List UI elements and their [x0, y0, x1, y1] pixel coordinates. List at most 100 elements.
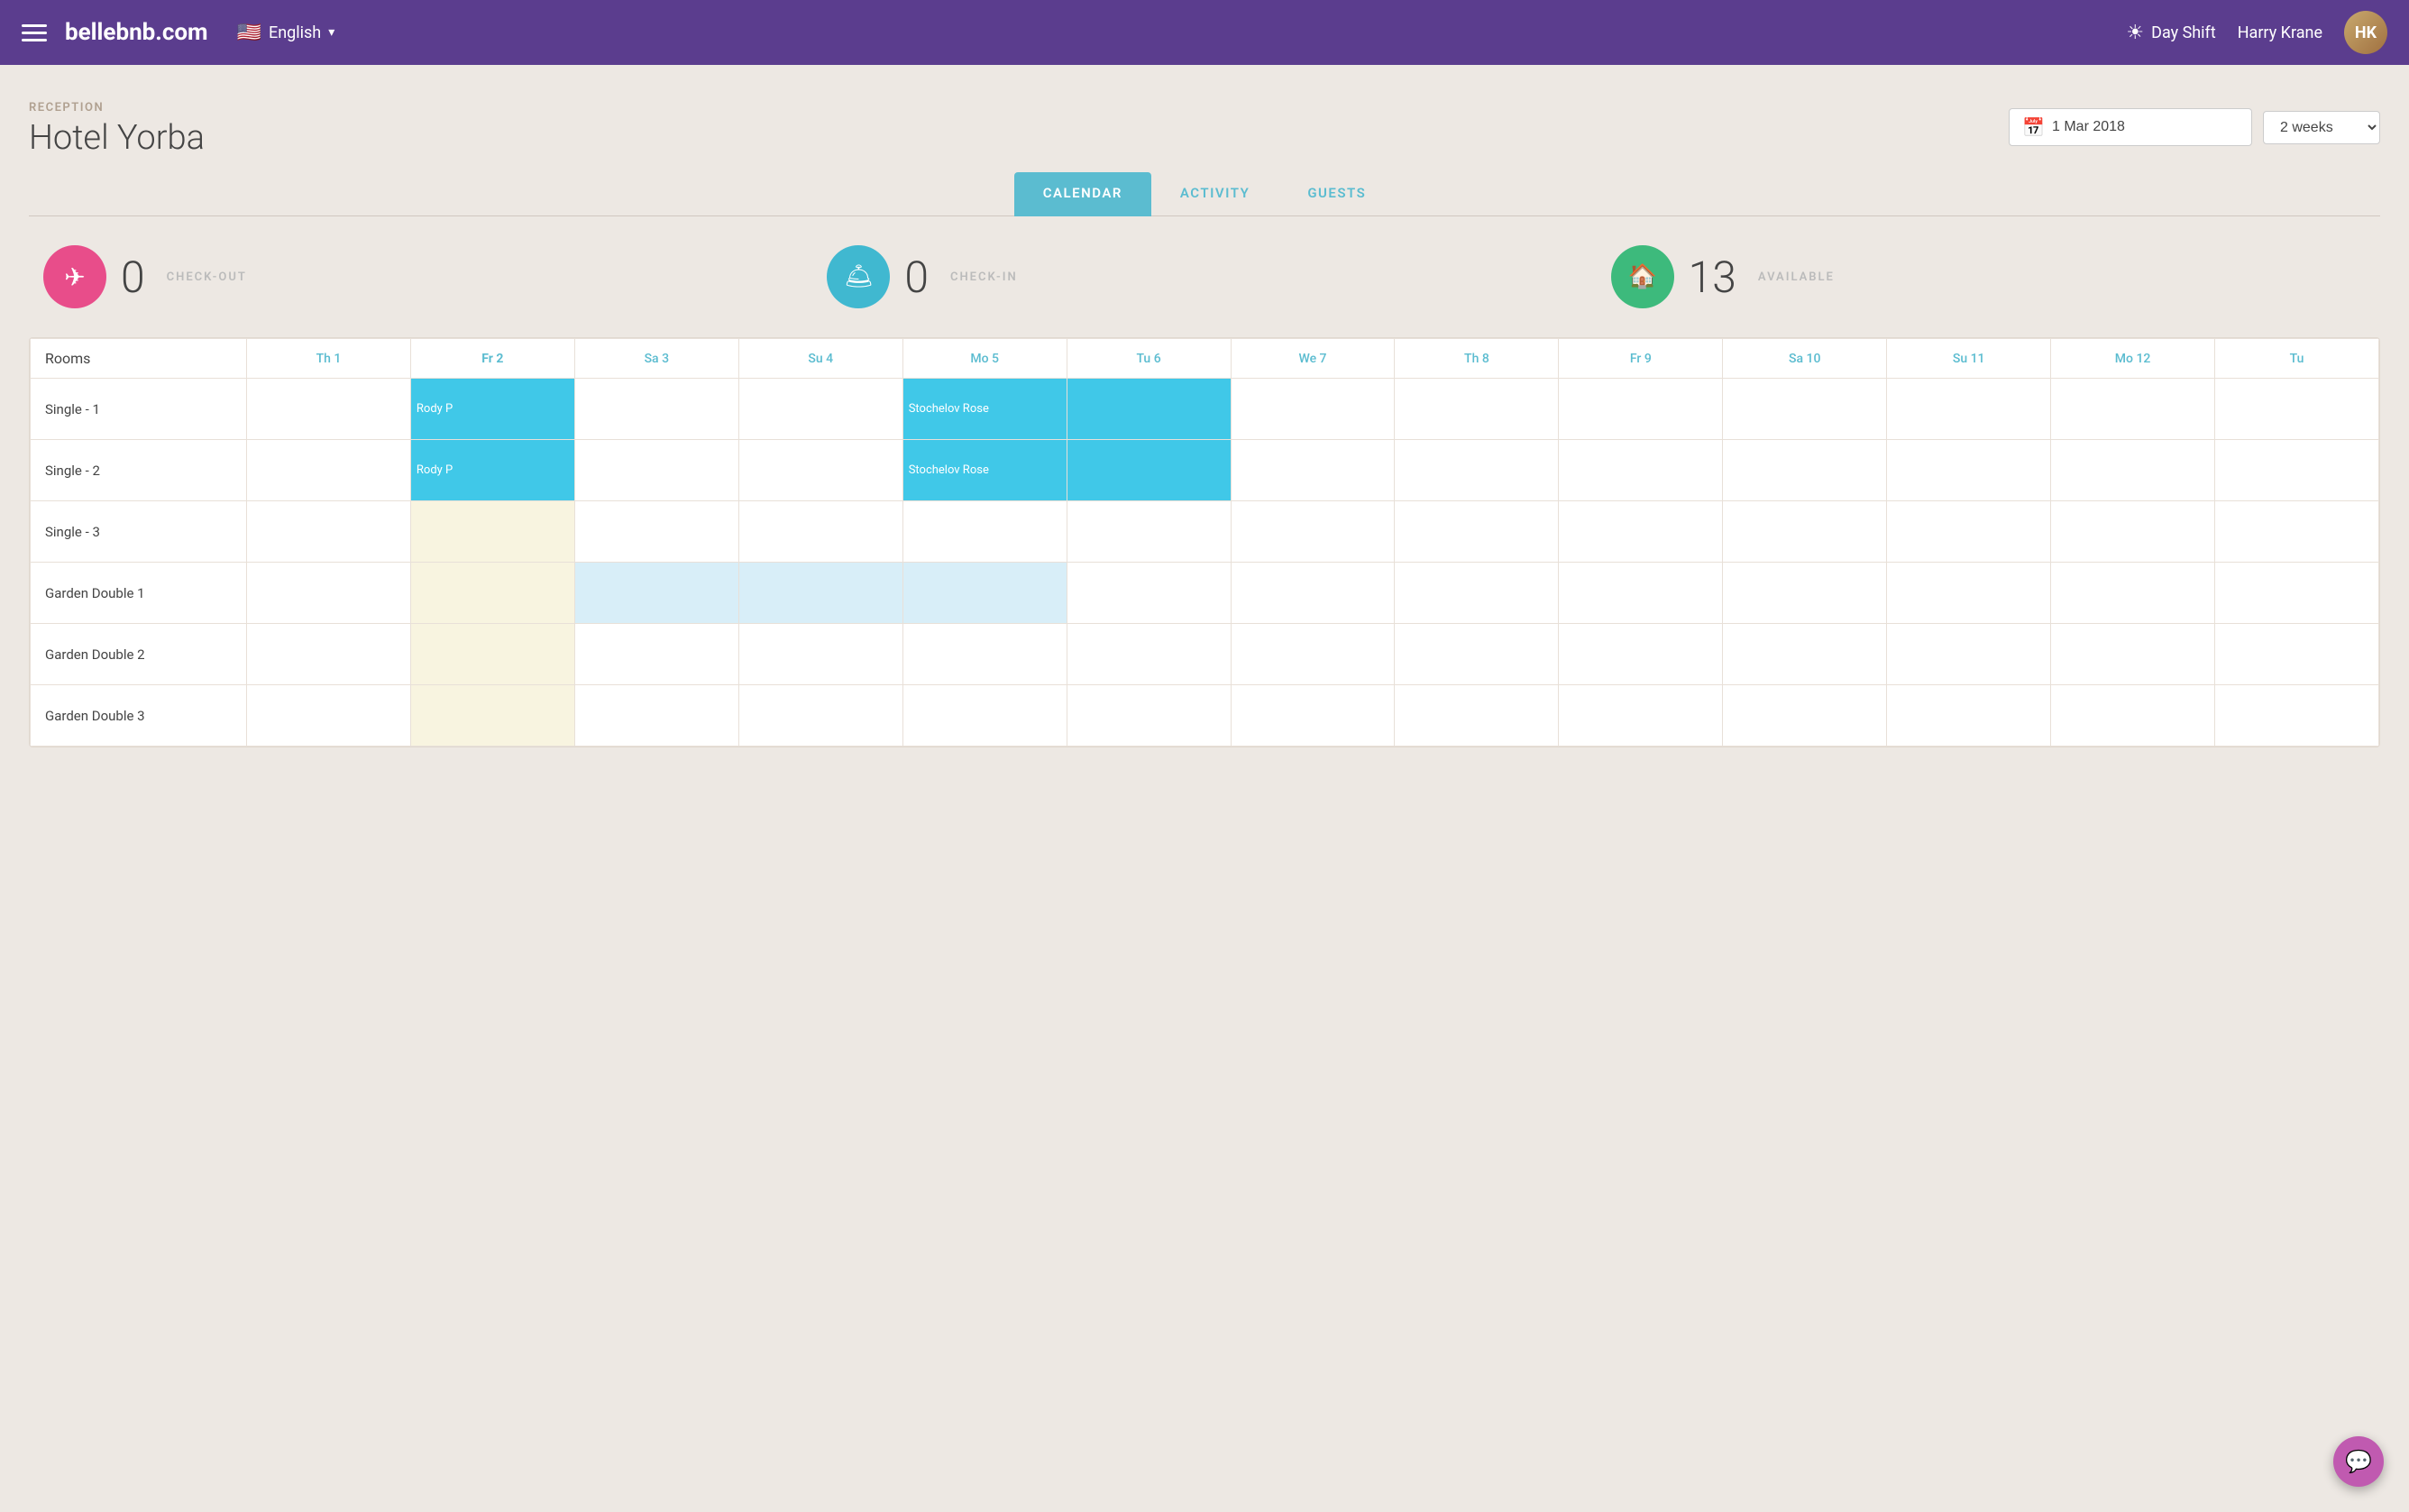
cell[interactable]: [1231, 379, 1395, 440]
cell[interactable]: [410, 563, 574, 624]
cell[interactable]: [738, 685, 902, 747]
shift-label: Day Shift: [2151, 23, 2216, 42]
logo[interactable]: bellebnb.com: [65, 19, 208, 46]
user-name[interactable]: Harry Krane: [2238, 23, 2322, 42]
cell[interactable]: [1395, 501, 1559, 563]
cell[interactable]: [574, 379, 738, 440]
calendar-header-row: Rooms Th 1 Fr 2 Sa 3 Su 4 Mo 5 Tu 6 We 7…: [31, 339, 2379, 379]
menu-icon[interactable]: [22, 24, 47, 41]
cell[interactable]: [1559, 685, 1723, 747]
booking-cell[interactable]: [1067, 379, 1231, 440]
cell[interactable]: [574, 624, 738, 685]
cell[interactable]: [1395, 379, 1559, 440]
cell[interactable]: [247, 685, 411, 747]
booking-cell[interactable]: [1067, 440, 1231, 501]
cell[interactable]: [738, 563, 902, 624]
cell[interactable]: [1723, 624, 1887, 685]
cell[interactable]: [1887, 379, 2051, 440]
cell[interactable]: [1559, 440, 1723, 501]
cell[interactable]: [247, 379, 411, 440]
cell[interactable]: [574, 440, 738, 501]
cell[interactable]: [2051, 501, 2215, 563]
cell[interactable]: [1559, 624, 1723, 685]
cell[interactable]: [574, 501, 738, 563]
cell[interactable]: [2051, 440, 2215, 501]
shift-toggle[interactable]: ☀ Day Shift: [2126, 22, 2215, 44]
cell[interactable]: [902, 501, 1067, 563]
cell[interactable]: [1559, 501, 1723, 563]
cell[interactable]: [2215, 501, 2379, 563]
cell[interactable]: [410, 501, 574, 563]
available-label: AVAILABLE: [1758, 270, 1835, 284]
cell[interactable]: [1887, 624, 2051, 685]
booking-cell[interactable]: Rody P: [410, 440, 574, 501]
cell[interactable]: [738, 624, 902, 685]
cell[interactable]: [1559, 563, 1723, 624]
booking-cell[interactable]: Rody P: [410, 379, 574, 440]
table-row: Single - 2 Rody P Stochelov Rose: [31, 440, 2379, 501]
cell[interactable]: [1231, 563, 1395, 624]
calendar-table-wrapper: Rooms Th 1 Fr 2 Sa 3 Su 4 Mo 5 Tu 6 We 7…: [29, 337, 2380, 747]
cell[interactable]: [247, 501, 411, 563]
cell[interactable]: [738, 501, 902, 563]
cell[interactable]: [2051, 685, 2215, 747]
checkout-label: CHECK-OUT: [167, 270, 247, 284]
booking-cell[interactable]: Stochelov Rose: [902, 379, 1067, 440]
tab-guests[interactable]: GUESTS: [1278, 172, 1395, 216]
col-mo5: Mo 5: [902, 339, 1067, 379]
cell[interactable]: [1887, 563, 2051, 624]
weeks-select[interactable]: 1 week 2 weeks 3 weeks 4 weeks: [2263, 111, 2380, 144]
tab-activity[interactable]: ACTIVITY: [1151, 172, 1278, 216]
cell[interactable]: [902, 685, 1067, 747]
cell[interactable]: [1067, 624, 1231, 685]
cell[interactable]: [2051, 563, 2215, 624]
cell[interactable]: [1067, 563, 1231, 624]
cell[interactable]: [1887, 440, 2051, 501]
cell[interactable]: [1395, 624, 1559, 685]
cell[interactable]: [1231, 440, 1395, 501]
chat-button[interactable]: 💬: [2333, 1436, 2384, 1487]
cell[interactable]: [2215, 379, 2379, 440]
cell[interactable]: [738, 440, 902, 501]
checkout-count: 0: [121, 252, 145, 303]
cell[interactable]: [1723, 440, 1887, 501]
cell[interactable]: [1231, 501, 1395, 563]
cell[interactable]: [1887, 685, 2051, 747]
cell[interactable]: [1723, 379, 1887, 440]
cell[interactable]: [247, 624, 411, 685]
col-tu6: Tu 6: [1067, 339, 1231, 379]
cell[interactable]: [247, 563, 411, 624]
cell[interactable]: [1231, 685, 1395, 747]
language-selector[interactable]: 🇺🇸 English ▾: [237, 22, 335, 44]
cell[interactable]: [1395, 685, 1559, 747]
cell[interactable]: [1067, 501, 1231, 563]
cell[interactable]: [1231, 624, 1395, 685]
cell[interactable]: [2215, 440, 2379, 501]
cell[interactable]: [902, 563, 1067, 624]
cell[interactable]: [1395, 440, 1559, 501]
cell[interactable]: [2051, 379, 2215, 440]
tab-calendar[interactable]: CALENDAR: [1014, 172, 1151, 216]
cell[interactable]: [902, 624, 1067, 685]
cell[interactable]: [1887, 501, 2051, 563]
date-picker[interactable]: 📅: [2009, 108, 2252, 146]
cell[interactable]: [1067, 685, 1231, 747]
cell[interactable]: [2215, 563, 2379, 624]
date-input[interactable]: [2052, 119, 2239, 135]
avatar[interactable]: HK: [2344, 11, 2387, 54]
cell[interactable]: [410, 624, 574, 685]
cell[interactable]: [738, 379, 902, 440]
cell[interactable]: [574, 685, 738, 747]
cell[interactable]: [2051, 624, 2215, 685]
cell[interactable]: [410, 685, 574, 747]
cell[interactable]: [1723, 501, 1887, 563]
cell[interactable]: [1559, 379, 1723, 440]
cell[interactable]: [574, 563, 738, 624]
cell[interactable]: [1395, 563, 1559, 624]
booking-cell[interactable]: Stochelov Rose: [902, 440, 1067, 501]
cell[interactable]: [1723, 685, 1887, 747]
cell[interactable]: [2215, 624, 2379, 685]
cell[interactable]: [247, 440, 411, 501]
cell[interactable]: [2215, 685, 2379, 747]
cell[interactable]: [1723, 563, 1887, 624]
